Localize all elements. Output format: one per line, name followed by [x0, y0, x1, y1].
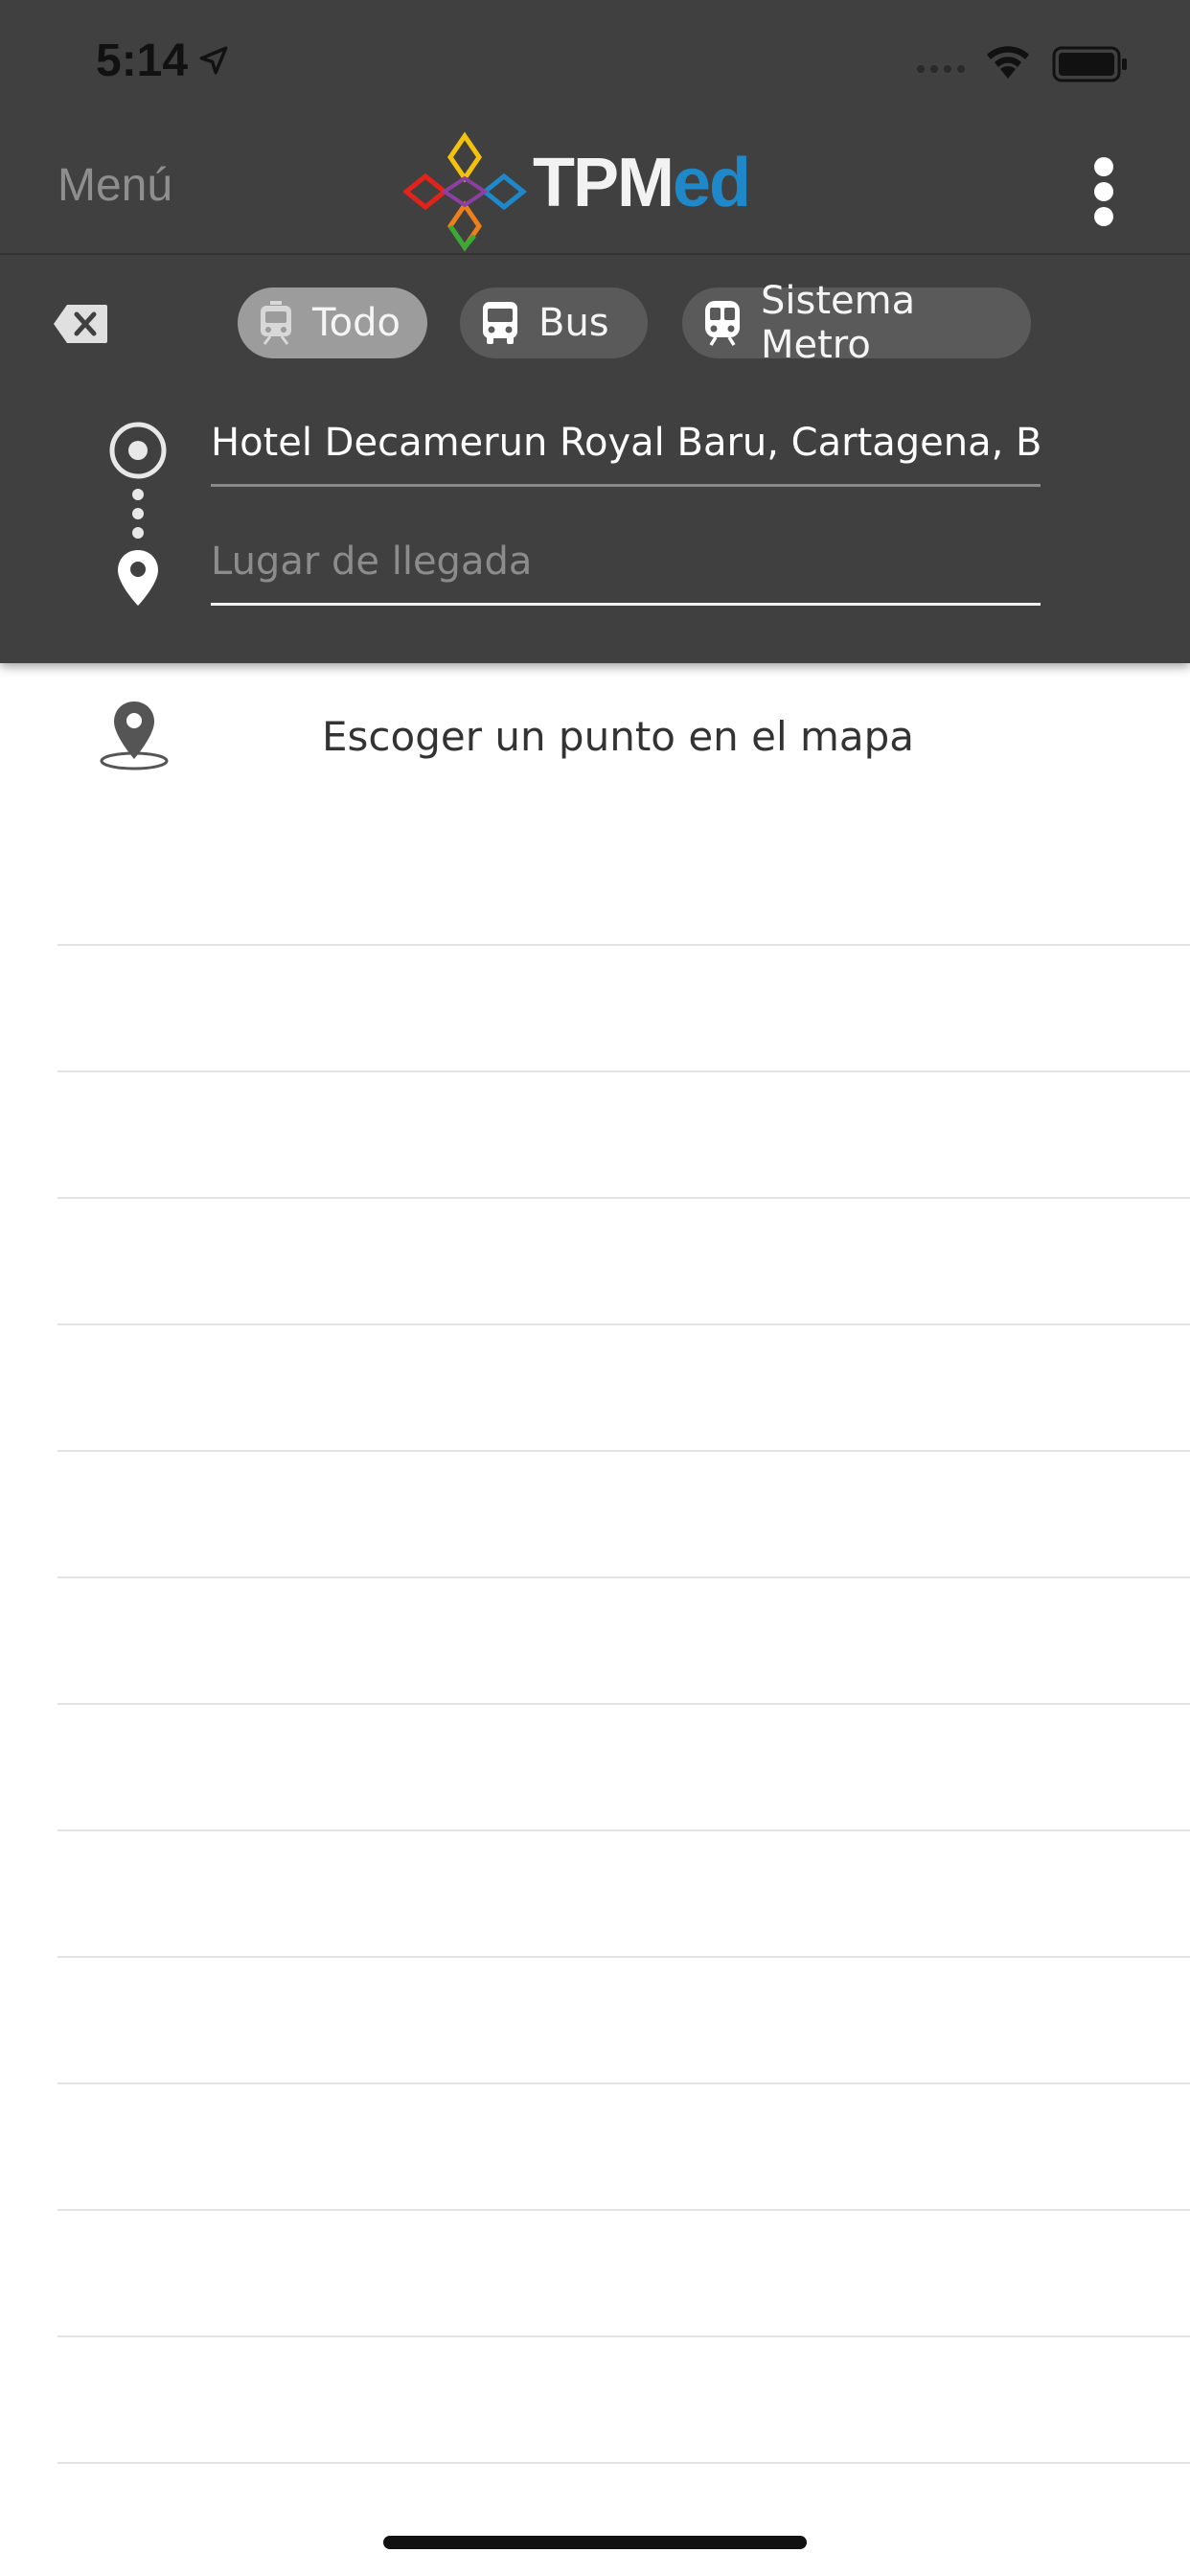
route-connector-dots: [130, 487, 146, 544]
home-indicator[interactable]: [383, 2536, 807, 2549]
mode-chip-metro[interactable]: Sistema Metro: [682, 279, 1031, 367]
list-divider: [57, 1576, 1190, 1578]
bus-icon: [479, 300, 521, 346]
clear-icon[interactable]: [52, 303, 109, 345]
map-pin-icon: [98, 698, 171, 774]
mode-chip-label: Sistema Metro: [761, 279, 916, 367]
list-divider: [57, 2082, 1190, 2084]
list-divider: [57, 1323, 1190, 1325]
list-divider: [57, 2335, 1190, 2337]
destination-pin-icon: [115, 548, 161, 611]
navigation-bar: Menú TPMed: [0, 130, 1190, 255]
tram-icon: [257, 300, 295, 346]
status-bar: 5:14: [0, 0, 1190, 130]
destination-field[interactable]: [211, 521, 1041, 606]
origin-field[interactable]: [211, 402, 1041, 487]
choose-map-point-label: Escoger un punto en el mapa: [322, 713, 915, 760]
origin-input[interactable]: [211, 402, 1041, 483]
mode-chip-label: Todo: [312, 301, 400, 345]
battery-icon: [1052, 46, 1129, 86]
list-divider: [57, 1070, 1190, 1072]
list-divider: [57, 1197, 1190, 1199]
wifi-icon: [983, 42, 1033, 84]
list-divider: [57, 2462, 1190, 2464]
location-arrow-icon: [197, 44, 230, 80]
tpmed-logo: TPMed: [401, 130, 751, 253]
list-divider: [57, 2209, 1190, 2211]
mode-chip-todo[interactable]: Todo: [238, 288, 427, 358]
logo-mark-icon: [401, 130, 528, 257]
more-options-icon[interactable]: [1083, 155, 1125, 228]
list-divider: [57, 1829, 1190, 1831]
metro-icon: [701, 299, 744, 347]
list-divider: [57, 1703, 1190, 1705]
origin-target-icon: [107, 420, 169, 485]
menu-button[interactable]: Menú: [57, 159, 172, 212]
mode-chip-bus[interactable]: Bus: [460, 288, 648, 358]
header-panel: 5:14 Menú TPMed Todo Bus Sistema Metro H…: [0, 0, 1190, 663]
cellular-signal-icon: [916, 59, 970, 78]
logo-text: TPMed: [533, 145, 751, 221]
status-time: 5:14: [96, 35, 189, 86]
list-divider: [57, 1450, 1190, 1452]
mode-chip-label: Bus: [538, 301, 609, 345]
destination-input[interactable]: [211, 521, 1041, 602]
list-divider: [57, 1956, 1190, 1958]
list-divider: [57, 944, 1190, 946]
choose-map-point-row[interactable]: Escoger un punto en el mapa: [0, 663, 1190, 945]
